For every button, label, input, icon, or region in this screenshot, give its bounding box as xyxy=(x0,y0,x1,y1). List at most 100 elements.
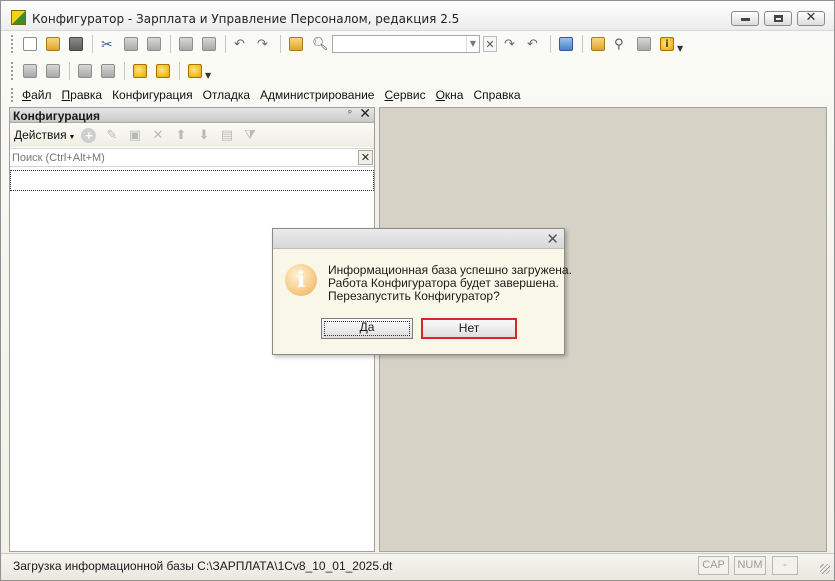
launch-client-button[interactable] xyxy=(185,61,205,81)
add-icon[interactable]: + xyxy=(81,127,97,143)
database-configuration-button[interactable] xyxy=(43,61,63,81)
print-preview-button[interactable] xyxy=(199,34,219,54)
copy-button[interactable] xyxy=(121,34,141,54)
configuration-toolbar: ▼ xyxy=(11,59,211,83)
start-debug-button[interactable] xyxy=(130,61,150,81)
dialog-message-line: Перезапустить Конфигуратор? xyxy=(328,289,500,303)
chevron-down-icon[interactable]: ▼ xyxy=(205,71,211,80)
info-icon: i xyxy=(660,37,674,51)
copy-icon xyxy=(124,37,138,51)
open-button[interactable] xyxy=(43,34,63,54)
menu-bar: Файл Правка Конфигурация Отладка Админис… xyxy=(11,86,529,104)
menu-grip[interactable] xyxy=(11,88,16,102)
menu-configuration-label: Конфигурация xyxy=(112,88,193,102)
panel-search-input[interactable] xyxy=(11,150,358,165)
find-previous-icon: ↶ xyxy=(527,37,538,52)
menu-administration[interactable]: Администрирование xyxy=(258,88,376,102)
menu-windows[interactable]: Окна xyxy=(434,88,466,102)
find-in-files-button[interactable] xyxy=(286,34,306,54)
paste-button[interactable] xyxy=(144,34,164,54)
print-preview-icon xyxy=(202,37,216,51)
configuration-icon xyxy=(23,64,37,78)
sort-icon[interactable]: ▤ xyxy=(219,128,234,143)
close-icon: ✕ xyxy=(805,10,817,25)
language-indicator[interactable]: - xyxy=(772,556,798,575)
chevron-down-icon[interactable]: ▼ xyxy=(466,36,479,52)
pin-icon[interactable]: ᵖ xyxy=(348,109,352,119)
undo-icon: ↶ xyxy=(234,37,245,52)
windows-button[interactable] xyxy=(556,34,576,54)
add-child-icon[interactable]: ▣ xyxy=(127,128,142,143)
form-designer-button[interactable] xyxy=(634,34,654,54)
actions-menu-button[interactable]: Действия ▼ xyxy=(14,128,75,142)
menu-file-accel: Ф xyxy=(22,88,32,102)
find-previous-button[interactable]: ↶ xyxy=(524,34,544,54)
clear-search-button[interactable]: ✕ xyxy=(483,36,497,52)
toolbar-separator xyxy=(124,62,125,80)
window-title: Конфигуратор - Зарплата и Управление Пер… xyxy=(32,12,460,26)
edit-icon[interactable]: ✎ xyxy=(104,128,119,143)
save-button[interactable] xyxy=(66,34,86,54)
move-up-icon[interactable]: ⬆ xyxy=(173,128,188,143)
status-bar: Загрузка информационной базы C:\ЗАРПЛАТА… xyxy=(1,553,834,580)
num-indicator: NUM xyxy=(734,556,766,575)
toolbar-separator xyxy=(280,35,281,53)
update-database-button[interactable] xyxy=(75,61,95,81)
search-button[interactable]: 🔍︎ xyxy=(309,34,329,54)
cut-button[interactable]: ✂ xyxy=(98,34,118,54)
database-icon xyxy=(46,64,60,78)
syntax-assistant-button[interactable]: ⚲ xyxy=(611,34,631,54)
toolbar-separator xyxy=(550,35,551,53)
panel-search-clear-button[interactable]: ✕ xyxy=(358,150,373,165)
find-next-button[interactable]: ↷ xyxy=(501,34,521,54)
no-button[interactable]: Нет xyxy=(421,318,517,339)
standard-toolbar: ✂ ↶ ↷ 🔍︎ ▼ ✕ ↷ ↶ ⚲ i ▼ xyxy=(11,32,683,56)
resize-grip-icon[interactable] xyxy=(820,564,830,574)
open-folder-icon xyxy=(46,37,60,51)
actions-label: Действия xyxy=(14,128,67,142)
toolbar-grip[interactable] xyxy=(11,62,16,80)
menu-administration-label: Администрирование xyxy=(260,88,375,102)
menu-edit[interactable]: Правка xyxy=(60,88,105,102)
redo-button[interactable]: ↷ xyxy=(254,34,274,54)
launch-client-icon xyxy=(188,64,202,78)
menu-configuration[interactable]: Конфигурация xyxy=(110,88,195,102)
search-combo[interactable]: ▼ xyxy=(332,35,480,53)
title-bar: Конфигуратор - Зарплата и Управление Пер… xyxy=(1,1,834,31)
debug-button[interactable] xyxy=(588,34,608,54)
windows-icon xyxy=(559,37,573,51)
panel-close-button[interactable]: ✕ xyxy=(359,106,371,122)
compare-button[interactable] xyxy=(98,61,118,81)
compare-icon xyxy=(101,64,115,78)
menu-service-label: ервис xyxy=(393,88,426,102)
restore-icon xyxy=(774,15,783,22)
chevron-down-icon[interactable]: ▼ xyxy=(677,44,683,53)
toolbar-separator xyxy=(69,62,70,80)
dialog-close-button[interactable]: ✕ xyxy=(546,230,559,248)
tree-selected-row[interactable] xyxy=(10,170,374,191)
search-icon: 🔍︎ xyxy=(312,37,329,52)
print-button[interactable] xyxy=(176,34,196,54)
toolbar-separator xyxy=(170,35,171,53)
menu-help[interactable]: Справка xyxy=(471,88,522,102)
move-down-icon[interactable]: ⬇ xyxy=(196,128,211,143)
start-without-debug-button[interactable] xyxy=(153,61,173,81)
configurator-window: Конфигуратор - Зарплата и Управление Пер… xyxy=(0,0,835,581)
info-button[interactable]: i xyxy=(657,34,677,54)
dialog-title-bar: ✕ xyxy=(273,229,564,249)
undo-button[interactable]: ↶ xyxy=(231,34,251,54)
toolbar-grip[interactable] xyxy=(11,35,16,53)
open-configuration-button[interactable] xyxy=(20,61,40,81)
minimize-button[interactable] xyxy=(731,11,759,26)
maximize-button[interactable] xyxy=(764,11,792,26)
menu-file[interactable]: Файл xyxy=(20,88,54,102)
menu-debug[interactable]: Отладка xyxy=(201,88,252,102)
close-window-button[interactable]: ✕ xyxy=(797,10,825,26)
menu-service[interactable]: Сервис xyxy=(382,88,427,102)
new-button[interactable] xyxy=(20,34,40,54)
panel-toolbar: Действия ▼ + ✎ ▣ ✕ ⬆ ⬇ ▤ ⧩ xyxy=(10,123,374,147)
delete-icon[interactable]: ✕ xyxy=(150,128,165,143)
yes-button[interactable]: Да xyxy=(321,318,413,339)
toolbar-separator xyxy=(179,62,180,80)
filter-icon[interactable]: ⧩ xyxy=(242,128,257,143)
